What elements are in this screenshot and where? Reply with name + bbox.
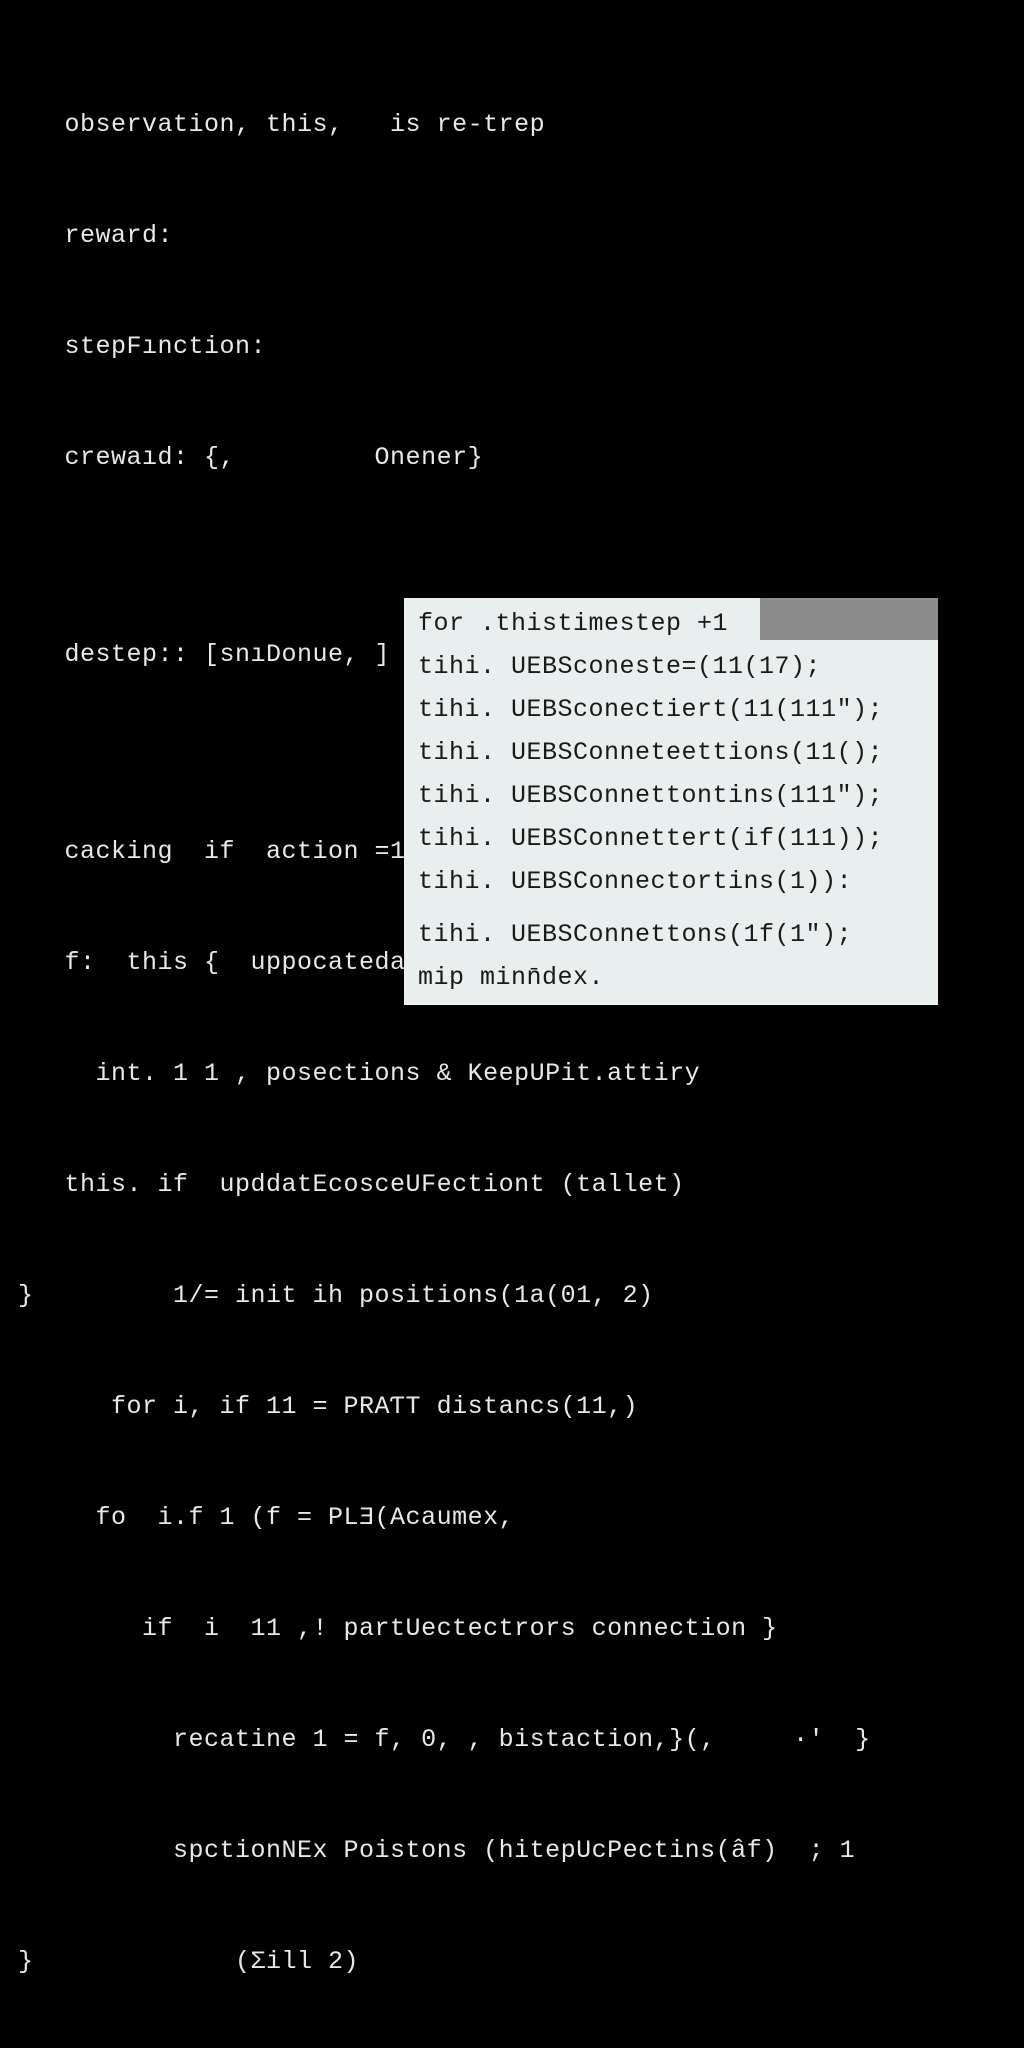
autocomplete-item[interactable]: tihi. UEBSconeste=(11(17); (418, 645, 924, 688)
code-line: observation, this, is re-trep (18, 106, 1006, 143)
autocomplete-item[interactable]: tihi. UEBSConnettons(1f(1"); (418, 913, 924, 956)
autocomplete-item[interactable]: tihi. UEBSConnettert(if(111)); (418, 817, 924, 860)
autocomplete-item[interactable]: tihi. UEBSconectiert(11(111"); (418, 688, 924, 731)
code-line: if i 11 ,! partUectectrors connection } (18, 1610, 1006, 1647)
code-editor[interactable]: observation, this, is re-trep reward: st… (18, 32, 1006, 2048)
autocomplete-item[interactable]: for .thistimestep +1 (418, 602, 924, 645)
code-line: recatine 1 = f, 0, , bistaction,}(, ·' } (18, 1721, 1006, 1758)
code-line: crewaıd: {, Onener} (18, 439, 1006, 476)
code-line: fo i.f 1 (f = PLƎ(Acaumex, (18, 1499, 1006, 1536)
code-line: int. 1 1 , posections & KeepUPit.attiry (18, 1055, 1006, 1092)
code-line: } 1/= init ih positions(1a(01, 2) (18, 1277, 1006, 1314)
code-line: stepFınction: (18, 328, 1006, 365)
autocomplete-item[interactable]: tihi. UEBSConnettontins(111"); (418, 774, 924, 817)
autocomplete-item[interactable]: tihi. UEBSConnectortins(1)): (418, 860, 924, 903)
autocomplete-item[interactable]: tihi. UEBSConneteettions(11(); (418, 731, 924, 774)
autocomplete-item[interactable]: mip minn̄dex. (418, 956, 924, 999)
code-line: spctionNEx Poistons (hitepUcPectins(âf) … (18, 1832, 1006, 1869)
code-line: } (Ʃill 2) (18, 1943, 1006, 1980)
code-line: for i, if 11 = PRAƬT distancs(11,) (18, 1388, 1006, 1425)
code-line: reward: (18, 217, 1006, 254)
autocomplete-popup[interactable]: for .thistimestep +1 tihi. UEBSconeste=(… (404, 598, 938, 1005)
code-line: this. if upddatEcosceUFectiont (tallet) (18, 1166, 1006, 1203)
